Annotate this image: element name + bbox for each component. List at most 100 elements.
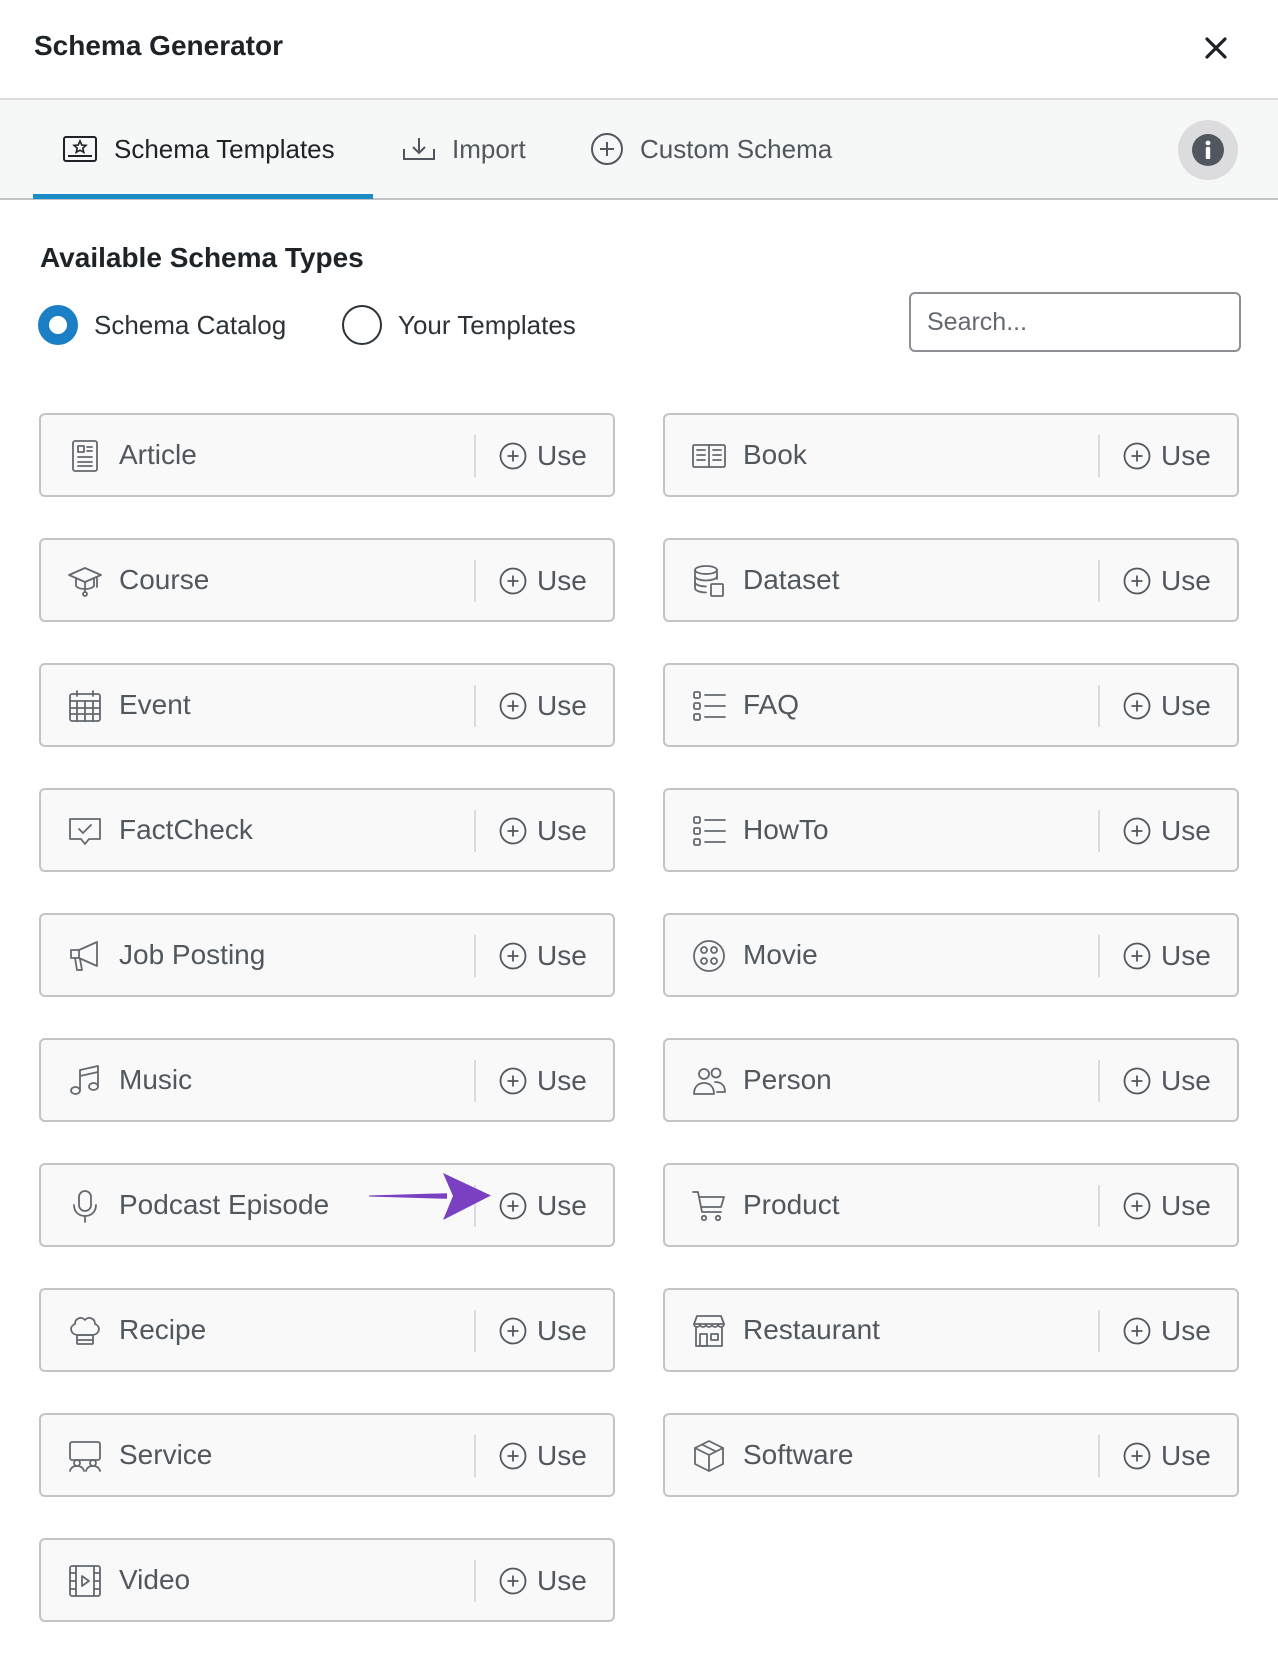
radio-unchecked-indicator[interactable] bbox=[342, 305, 382, 345]
schema-name: Person bbox=[743, 1064, 832, 1095]
use-label: Use bbox=[537, 1440, 587, 1471]
schema-name: Event bbox=[119, 689, 191, 720]
divider bbox=[1098, 1060, 1100, 1102]
divider bbox=[474, 810, 476, 852]
schema-name: Recipe bbox=[119, 1314, 207, 1345]
plus-circle-icon bbox=[1123, 1442, 1151, 1470]
package-icon bbox=[694, 1440, 724, 1472]
graduation-cap-icon bbox=[68, 567, 102, 597]
info-button[interactable] bbox=[1178, 120, 1238, 180]
storefront-icon bbox=[693, 1315, 725, 1347]
use-button[interactable]: Use bbox=[499, 683, 587, 729]
use-button[interactable]: Use bbox=[499, 1558, 587, 1604]
divider bbox=[1098, 1435, 1100, 1477]
modal-title: Schema Generator bbox=[34, 30, 283, 61]
use-button[interactable]: Use bbox=[1123, 1058, 1211, 1104]
schema-card-video: Video Use bbox=[39, 1538, 615, 1622]
people-icon bbox=[693, 1067, 726, 1095]
use-button[interactable]: Use bbox=[1123, 933, 1211, 979]
plus-circle-icon bbox=[1123, 1067, 1151, 1095]
schema-card-person: Person Use bbox=[663, 1038, 1239, 1122]
video-icon bbox=[69, 1565, 101, 1597]
schema-name: Software bbox=[743, 1439, 854, 1470]
plus-circle-icon bbox=[499, 1192, 527, 1220]
tab-custom-schema[interactable]: Custom Schema bbox=[590, 100, 832, 198]
use-label: Use bbox=[537, 815, 587, 846]
use-button[interactable]: Use bbox=[499, 933, 587, 979]
plus-circle-icon bbox=[1123, 817, 1151, 845]
radio-checked-indicator[interactable] bbox=[38, 305, 78, 345]
use-label: Use bbox=[1161, 1315, 1211, 1346]
use-label: Use bbox=[537, 1315, 587, 1346]
schema-name: Video bbox=[119, 1564, 191, 1595]
cart-icon bbox=[692, 1191, 725, 1222]
use-button[interactable]: Use bbox=[499, 558, 587, 604]
use-button[interactable]: Use bbox=[1123, 1433, 1211, 1479]
divider bbox=[474, 935, 476, 977]
service-icon bbox=[69, 1441, 101, 1472]
schema-card-course: Course Use bbox=[39, 538, 615, 622]
plus-circle-icon bbox=[499, 942, 527, 970]
use-button[interactable]: Use bbox=[499, 808, 587, 854]
tab-schema-templates[interactable]: Schema Templates bbox=[62, 100, 335, 198]
use-button[interactable]: Use bbox=[499, 1433, 587, 1479]
music-note-icon bbox=[70, 1065, 99, 1095]
info-icon bbox=[1192, 134, 1224, 166]
import-icon bbox=[403, 138, 435, 160]
use-button[interactable]: Use bbox=[499, 1183, 587, 1229]
divider bbox=[474, 1435, 476, 1477]
schema-name: FactCheck bbox=[119, 814, 253, 845]
radio-schema-catalog[interactable]: Schema Catalog bbox=[38, 304, 286, 346]
use-button[interactable]: Use bbox=[499, 1308, 587, 1354]
divider bbox=[1098, 810, 1100, 852]
modal-header: Schema Generator bbox=[0, 0, 1278, 100]
active-tab-indicator bbox=[33, 194, 373, 199]
schema-name: Podcast Episode bbox=[119, 1189, 330, 1220]
list-icon bbox=[693, 816, 726, 846]
close-icon[interactable] bbox=[1198, 30, 1234, 66]
use-label: Use bbox=[537, 690, 587, 721]
schema-templates-icon bbox=[63, 136, 97, 162]
divider bbox=[1098, 1310, 1100, 1352]
article-icon bbox=[72, 440, 98, 472]
schema-card-restaurant: Restaurant Use bbox=[663, 1288, 1239, 1372]
plus-circle-icon bbox=[499, 1567, 527, 1595]
divider bbox=[474, 685, 476, 727]
use-label: Use bbox=[537, 1065, 587, 1096]
schema-name: Service bbox=[119, 1439, 213, 1470]
tab-import[interactable]: Import bbox=[402, 100, 526, 198]
schema-card-book: Book Use bbox=[663, 413, 1239, 497]
use-button[interactable]: Use bbox=[1123, 433, 1211, 479]
schema-card-article: Article Use bbox=[39, 413, 615, 497]
use-button[interactable]: Use bbox=[499, 1058, 587, 1104]
plus-circle-icon bbox=[499, 442, 527, 470]
search-input[interactable] bbox=[909, 292, 1241, 352]
use-button[interactable]: Use bbox=[1123, 558, 1211, 604]
use-button[interactable]: Use bbox=[1123, 1308, 1211, 1354]
schema-grid: Article Use Book Use Course Use Dataset Use Even… bbox=[39, 413, 1239, 1622]
divider bbox=[474, 1185, 476, 1227]
use-label: Use bbox=[1161, 690, 1211, 721]
use-button[interactable]: Use bbox=[1123, 808, 1211, 854]
factcheck-icon bbox=[69, 818, 101, 845]
plus-circle-icon bbox=[1123, 942, 1151, 970]
schema-name: Dataset bbox=[743, 564, 840, 595]
schema-card-howto: HowTo Use bbox=[663, 788, 1239, 872]
use-label: Use bbox=[1161, 815, 1211, 846]
schema-name: Restaurant bbox=[743, 1314, 880, 1345]
schema-card-recipe: Recipe Use bbox=[39, 1288, 615, 1372]
schema-card-podcast-episode: Podcast Episode Use bbox=[39, 1163, 615, 1247]
divider bbox=[1098, 685, 1100, 727]
use-button[interactable]: Use bbox=[1123, 1183, 1211, 1229]
schema-card-product: Product Use bbox=[663, 1163, 1239, 1247]
use-button[interactable]: Use bbox=[499, 433, 587, 479]
radio-your-templates[interactable]: Your Templates bbox=[342, 304, 576, 346]
plus-circle-icon bbox=[499, 567, 527, 595]
divider bbox=[1098, 1185, 1100, 1227]
use-button[interactable]: Use bbox=[1123, 683, 1211, 729]
schema-name: Book bbox=[743, 439, 807, 470]
divider bbox=[1098, 435, 1100, 477]
schema-card-factcheck: FactCheck Use bbox=[39, 788, 615, 872]
plus-circle-icon bbox=[499, 817, 527, 845]
use-label: Use bbox=[537, 1190, 587, 1221]
